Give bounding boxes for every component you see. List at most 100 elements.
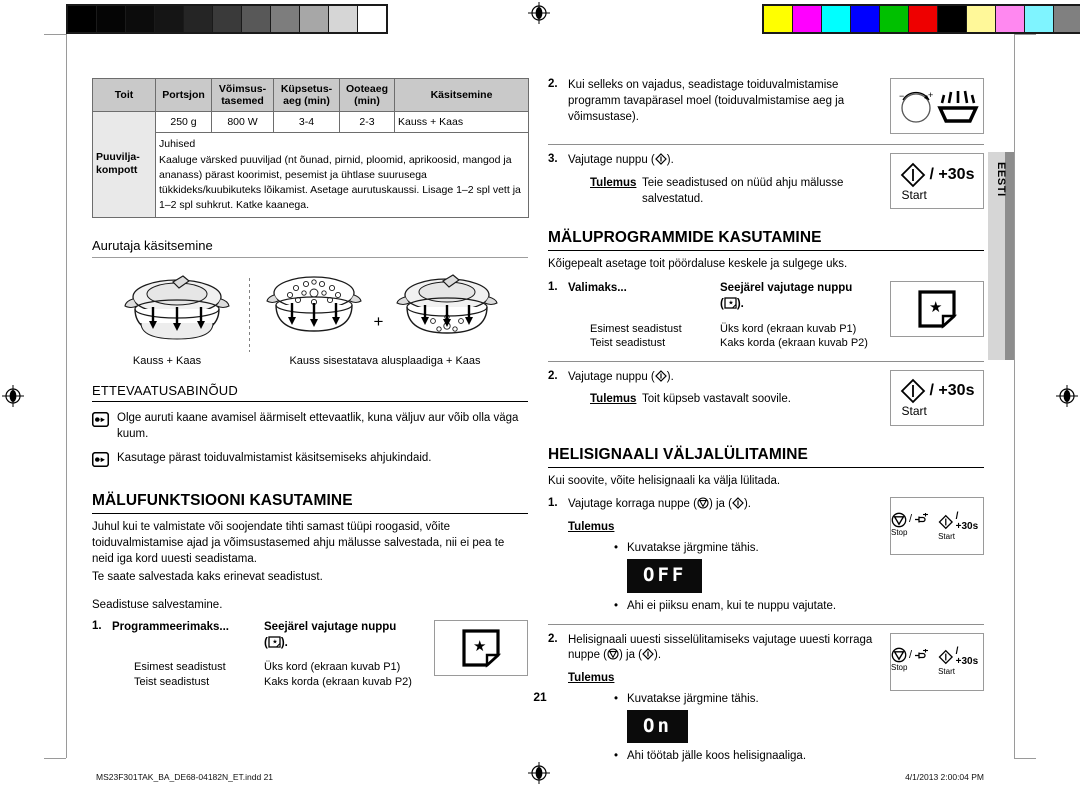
bullet-item: • Ahi ei piiksu enam, kui te nuppu vajut…	[614, 598, 882, 614]
calibration-swatch-1	[793, 6, 822, 32]
calibration-swatch-2	[126, 6, 155, 32]
setting-label: Teist seadistust	[590, 337, 666, 350]
setting-label: Esimest seadistust	[134, 661, 226, 674]
steamer-insert-plate-illustration	[260, 269, 368, 354]
plug-cancel-icon	[915, 648, 929, 659]
result-bullets: • Kuvatakse järgmine tähis. OFF • Ahi ei…	[568, 540, 882, 613]
step-text-post: ).	[666, 370, 674, 383]
grayscale-calibration-bar	[66, 4, 388, 34]
calibration-swatch-4	[880, 6, 909, 32]
footer-timestamp: 4/1/2013 2:00:04 PM	[905, 772, 984, 782]
pointing-hand-icon	[91, 411, 110, 443]
caution-text: Kasutage pärast toiduvalmistamist käsits…	[117, 452, 432, 465]
stop-circle-icon	[607, 648, 619, 666]
start-button-icon-box: / +30s Start	[890, 153, 984, 209]
cell-food-name-l1: Puuvilja-	[96, 150, 140, 163]
manual-page: EESTI Toit Portsjon Võimsus- tasemed Küp…	[0, 0, 1080, 792]
cautions-heading: ETTEVAATUSABINÕUD	[92, 383, 528, 402]
plus-symbol: +	[373, 311, 384, 331]
steamer-caption-right: Kauss sisestatava alusplaadiga + Kaas	[289, 354, 481, 367]
illustration-divider	[248, 277, 250, 352]
start-plus30-label: / +30s	[929, 165, 975, 183]
step-text-pre: Vajutage nuppu (	[568, 154, 655, 166]
calibration-swatch-0	[68, 6, 97, 32]
footer-filename: MS23F301TAK_BA_DE68-04182N_ET.indd 21	[96, 772, 274, 782]
calibration-swatch-8	[300, 6, 329, 32]
memo-star-icon: ★	[724, 297, 737, 315]
svg-text:+: +	[928, 90, 933, 100]
cooking-table: Toit Portsjon Võimsus- tasemed Küpsetus-…	[92, 77, 529, 218]
table-row: Puuvilja- kompott 250 g 800 W 3-4 2-3 Ka…	[92, 111, 529, 218]
stop-start-icon-box: / Stop / +30s Start	[890, 497, 984, 556]
calibration-swatch-5	[909, 6, 938, 32]
bullet-item: • Ahi töötab jälle koos helisignaaliga.	[614, 748, 882, 764]
stop-circle-icon	[891, 647, 907, 663]
table-instructions-row: Juhised Kaaluge värsked puuviljad (nt õu…	[93, 132, 529, 218]
memo-icon-box: ★	[890, 280, 984, 337]
result-block: Tulemus Teie seadistused on nüüd ahju mä…	[568, 176, 882, 208]
memory-function-step-1: 1. Programmeerimaks... Seejärel vajutage…	[92, 619, 528, 690]
step-text-mid: ) ja (	[619, 649, 643, 662]
start-diamond-icon	[654, 369, 667, 388]
trim-guide-left	[66, 34, 67, 758]
memory-function-intro2: Te saate salvestada kaks erinevat seadis…	[92, 570, 323, 583]
lcd-display-off: OFF	[627, 559, 703, 593]
calibration-swatch-1	[97, 6, 126, 32]
plug-cancel-icon	[915, 513, 929, 523]
step-col-b: Seejärel vajutage nuppu ( ★ ).	[720, 281, 882, 315]
col-header-food: Toit	[92, 77, 156, 113]
result-block: Tulemus Toit küpseb vastavalt soovile.	[568, 392, 882, 408]
bullet-dot: •	[614, 599, 619, 612]
steamer-caption-left: Kauss + Kaas	[132, 354, 202, 367]
beeper-heading: HELISIGNAALI VÄLJALÜLITAMINE	[548, 446, 984, 468]
setting-value: Üks kord (ekraan kuvab P1)	[264, 661, 401, 674]
setting-value: Kaks korda (ekraan kuvab P2)	[264, 675, 412, 688]
memo-star-icon: ★	[918, 290, 958, 329]
step-text-post: ).	[654, 649, 662, 662]
svg-text:★: ★	[929, 299, 942, 316]
calibration-swatch-10	[1054, 6, 1080, 32]
beeper-step-1: 1. Vajutage korraga nuppe ( ) ja ( ). Tu…	[548, 497, 984, 613]
step-text-pre: Vajutage korraga nuppe (	[568, 498, 697, 511]
stop-icon-group: / Stop	[891, 647, 930, 672]
caution-text: Olge auruti kaane avamisel äärmiselt ett…	[117, 411, 519, 440]
steamer-captions: Kauss + Kaas Kauss sisestatava alusplaad…	[92, 355, 528, 367]
col-header-power: Võimsus- tasemed	[211, 77, 274, 113]
col-header-standing-l2: (min)	[354, 95, 380, 108]
start-diamond-icon	[642, 648, 654, 666]
result-label: Tulemus	[568, 672, 615, 685]
start-label: Start	[901, 404, 927, 419]
start-diamond-icon	[654, 153, 667, 171]
col-header-portion: Portsjon	[155, 77, 212, 113]
calibration-swatch-9	[1025, 6, 1054, 32]
memory-programs-intro: Kõigepealt asetage toit pöördaluse keske…	[548, 258, 848, 270]
calibration-swatch-7	[271, 6, 300, 32]
section-divider	[548, 360, 984, 362]
registration-mark-top	[528, 2, 550, 24]
stop-label: Stop	[891, 527, 908, 537]
col-header-cooktime: Küpsetus- aeg (min)	[273, 77, 340, 113]
memory-function-subtitle: Seadistuse salvestamine.	[92, 598, 223, 611]
cell-standing: 2-3	[339, 111, 395, 134]
section-divider	[548, 623, 984, 625]
svg-text:★: ★	[272, 638, 277, 645]
col-header-cooktime-l1: Küpsetus-	[280, 83, 333, 95]
registration-mark-bottom	[528, 762, 550, 784]
step-text-pre: Vajutage nuppu (	[568, 370, 655, 383]
language-tab-label: EESTI	[995, 162, 1007, 197]
memory-function-heading: MÄLUFUNKTSIOONI KASUTAMINE	[92, 492, 528, 515]
setting-value: Kaks korda (ekraan kuvab P2)	[720, 337, 868, 350]
col-header-cooktime-l2: aeg (min)	[283, 95, 330, 108]
cell-handling: Kauss + Kaas	[394, 111, 529, 134]
cell-cooktime: 3-4	[273, 111, 340, 134]
step-text-line: Vajutage korraga nuppe ( ) ja ( ).	[568, 497, 882, 515]
bullet-dot: •	[614, 542, 619, 555]
setting-value: Üks kord (ekraan kuvab P1)	[720, 322, 857, 335]
stop-icon-group: / Stop	[891, 512, 930, 537]
calibration-swatch-3	[155, 6, 184, 32]
color-calibration-bar	[762, 4, 1080, 34]
memo-star-icon: ★	[462, 629, 502, 668]
step-number: 2.	[548, 78, 558, 90]
cell-food-name-l2: kompott	[96, 164, 138, 177]
steamer-illustrations: +	[92, 268, 528, 354]
